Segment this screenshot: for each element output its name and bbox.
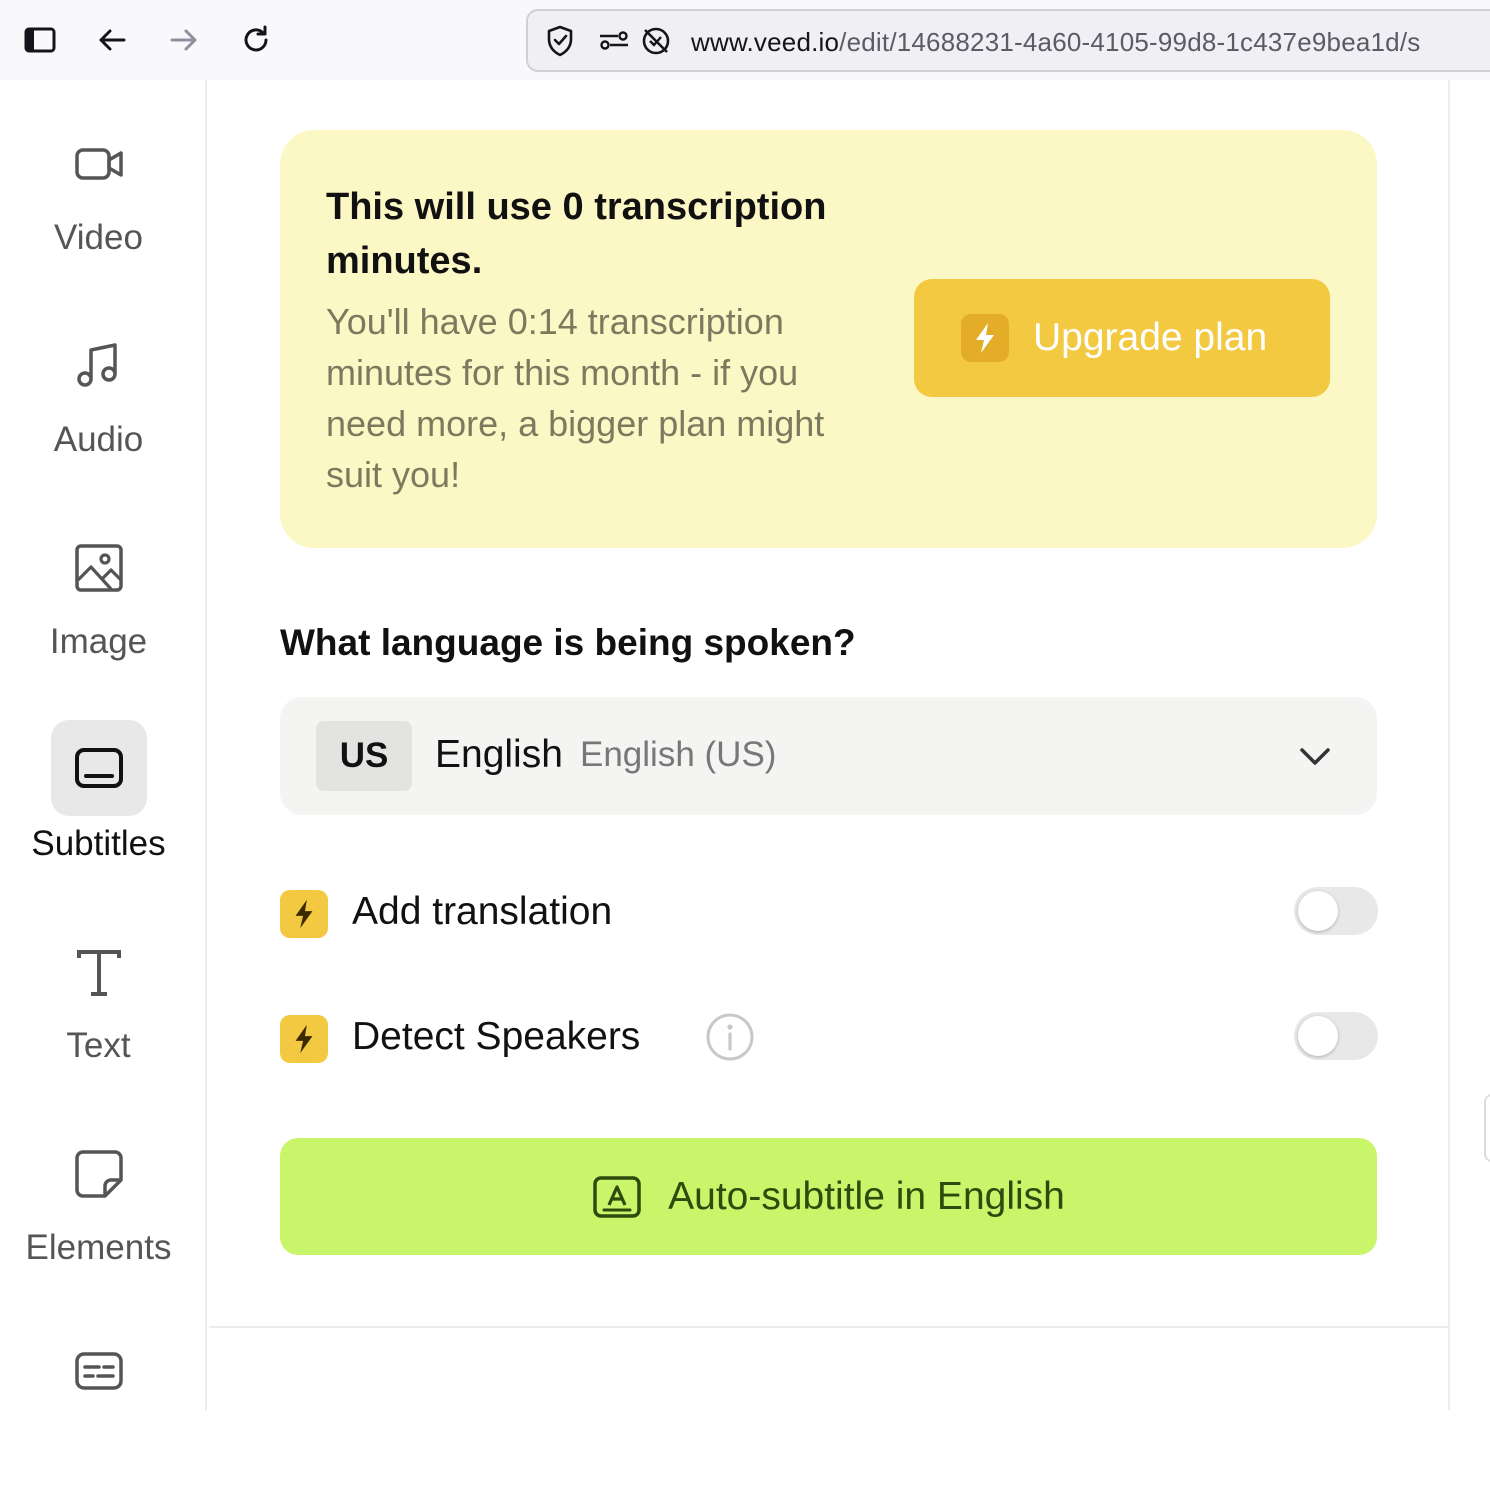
language-variant: English (US) — [580, 735, 777, 774]
upgrade-plan-button[interactable]: Upgrade plan — [914, 279, 1330, 397]
info-icon[interactable] — [705, 1012, 755, 1062]
toggle-knob — [1298, 1016, 1338, 1056]
auto-subtitle-icon — [593, 1175, 641, 1218]
language-flag: US — [316, 721, 412, 791]
auto-subtitle-button[interactable]: Auto-subtitle in English — [280, 1138, 1377, 1255]
sidebar-item-audio[interactable]: Audio — [0, 318, 207, 498]
add-translation-label: Add translation — [352, 890, 613, 933]
sidebar-item-label: Text — [66, 1026, 131, 1065]
sidebar-item-video[interactable]: Video — [0, 116, 207, 296]
chevron-down-icon — [1300, 748, 1330, 765]
back-arrow-icon[interactable] — [88, 16, 136, 64]
lightning-icon — [280, 890, 328, 938]
add-translation-row: Add translation — [280, 884, 1378, 944]
lightning-icon — [961, 314, 1009, 362]
detect-speakers-row: Detect Speakers — [280, 1009, 1378, 1069]
forward-arrow-icon[interactable] — [160, 16, 208, 64]
permissions-icon[interactable] — [596, 23, 632, 59]
sidebar-item-image[interactable]: Image — [0, 520, 207, 700]
auto-subtitle-label: Auto-subtitle in English — [668, 1174, 1065, 1218]
notice-title: This will use 0 transcription minutes. — [326, 186, 827, 282]
left-sidebar: Video Audio Image Subtitles Text Element… — [0, 80, 207, 1410]
toggle-knob — [1298, 891, 1338, 931]
tracking-blocked-icon[interactable] — [638, 23, 674, 59]
lightning-icon — [280, 1015, 328, 1063]
transcription-notice: This will use 0 transcription minutes. Y… — [280, 130, 1377, 548]
panel-divider — [209, 1326, 1450, 1328]
video-camera-icon — [51, 116, 147, 212]
text-icon — [51, 924, 147, 1020]
reload-icon[interactable] — [232, 16, 280, 64]
sidebar-item-elements[interactable]: Elements — [0, 1126, 207, 1306]
detect-speakers-toggle[interactable] — [1294, 1012, 1378, 1060]
url-host: www.veed.io — [691, 27, 840, 57]
sticker-icon — [51, 1126, 147, 1222]
url-text[interactable]: www.veed.io/edit/14688231-4a60-4105-99d8… — [691, 27, 1420, 58]
shield-icon[interactable] — [542, 23, 578, 59]
sidebar-item-label: Elements — [25, 1228, 172, 1267]
detect-speakers-label: Detect Speakers — [352, 1015, 641, 1058]
sidebar-item-label: Audio — [53, 420, 144, 459]
language-selected: English — [435, 733, 563, 776]
upgrade-plan-label: Upgrade plan — [1033, 316, 1268, 359]
music-note-icon — [51, 318, 147, 414]
language-select[interactable]: US English English (US) — [280, 697, 1377, 815]
captions-icon — [51, 1324, 147, 1420]
address-bar[interactable]: www.veed.io/edit/14688231-4a60-4105-99d8… — [526, 9, 1490, 72]
sidebar-item-label: Image — [49, 622, 148, 661]
sidebar-item-label: Video — [54, 218, 143, 257]
language-question: What language is being spoken? — [280, 622, 856, 663]
sidebar-item-text[interactable]: Text — [0, 924, 207, 1104]
sidebar-toggle-icon[interactable] — [16, 16, 64, 64]
sidebar-item-captions[interactable] — [0, 1324, 207, 1504]
sidebar-item-label: Subtitles — [31, 824, 166, 863]
browser-toolbar: www.veed.io/edit/14688231-4a60-4105-99d8… — [0, 0, 1490, 80]
notice-body: You'll have 0:14 transcription minutes f… — [326, 301, 825, 495]
image-icon — [51, 520, 147, 616]
panel-edge-handle[interactable] — [1484, 1094, 1490, 1162]
subtitles-icon — [51, 720, 147, 816]
url-path: /edit/14688231-4a60-4105-99d8-1c437e9bea… — [839, 27, 1421, 57]
sidebar-item-subtitles[interactable]: Subtitles — [0, 720, 207, 900]
add-translation-toggle[interactable] — [1294, 887, 1378, 935]
